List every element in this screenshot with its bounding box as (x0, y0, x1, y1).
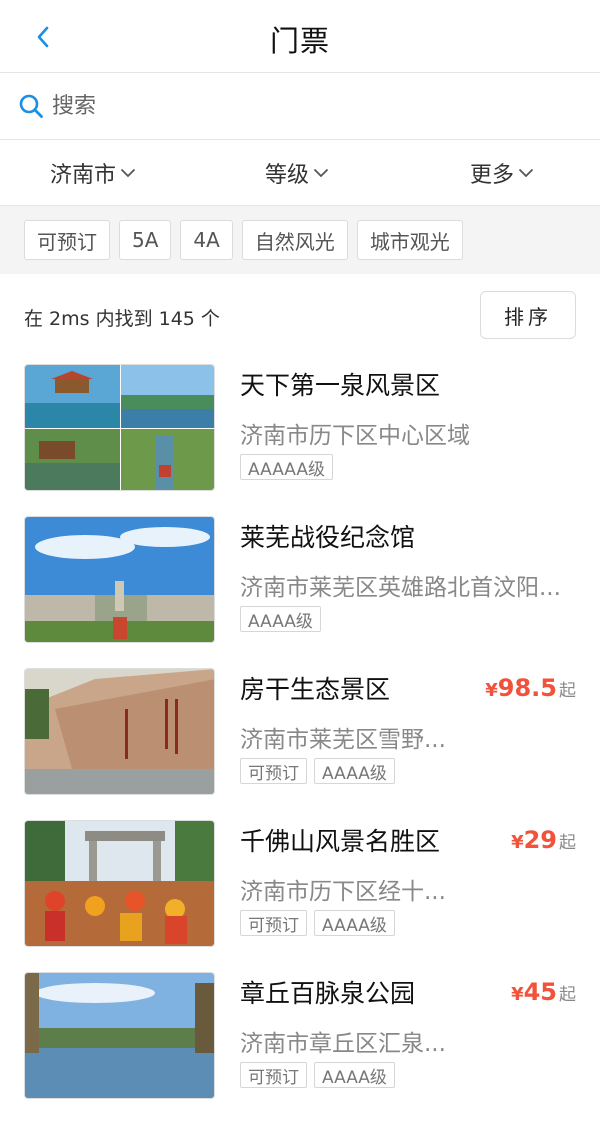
chevron-down-icon (120, 168, 136, 178)
attraction-tags: AAAA级 (240, 606, 321, 632)
filter-city[interactable]: 济南市 (50, 140, 136, 206)
attraction-name: 莱芜战役纪念馆 (240, 523, 416, 552)
tag-chip-city[interactable]: 城市观光 (356, 220, 463, 260)
list-item[interactable]: 章丘百脉泉公园 ¥45 起 济南市章丘区汇泉... 可预订 AAAA级 (0, 972, 600, 1124)
filter-more-label: 更多 (470, 163, 515, 188)
filter-level-label: 等级 (265, 163, 310, 188)
attraction-name: 房干生态景区 (240, 675, 391, 704)
attraction-tags: 可预订 AAAA级 (240, 1062, 395, 1088)
filter-level[interactable]: 等级 (265, 140, 329, 206)
result-count: 在 2ms 内找到 145 个 (24, 308, 220, 330)
attraction-address: 济南市莱芜区英雄路北首汶阳... (240, 575, 561, 601)
app-header: 门票 (0, 0, 600, 73)
result-summary-row: 在 2ms 内找到 145 个 排序 (0, 274, 600, 360)
attraction-name: 天下第一泉风景区 (240, 371, 441, 400)
attraction-photo (24, 820, 215, 947)
attraction-photo (24, 364, 215, 491)
level-badge: AAAA级 (314, 1062, 395, 1088)
attraction-tags: 可预订 AAAA级 (240, 910, 395, 936)
attraction-tags: 可预订 AAAA级 (240, 758, 395, 784)
attraction-photo (24, 516, 215, 643)
attraction-address: 济南市章丘区汇泉... (240, 1031, 446, 1057)
attraction-photo (24, 972, 215, 1099)
attraction-address: 济南市历下区经十... (240, 879, 446, 905)
price-currency: ¥ (485, 680, 498, 701)
bookable-badge: 可预订 (240, 1062, 307, 1088)
bookable-badge: 可预订 (240, 758, 307, 784)
price-amount: 45 (523, 978, 557, 1006)
list-item[interactable]: 房干生态景区 ¥98.5 起 济南市莱芜区雪野... 可预订 AAAA级 (0, 668, 600, 820)
tag-filter-bar: 可预订 5A 4A 自然风光 城市观光 (0, 206, 600, 274)
level-badge: AAAA级 (240, 606, 321, 632)
filter-bar: 济南市 等级 更多 (0, 140, 600, 206)
tag-chip-bookable[interactable]: 可预订 (24, 220, 110, 260)
price-amount: 98.5 (497, 674, 557, 702)
filter-more[interactable]: 更多 (470, 140, 534, 206)
chevron-down-icon (518, 168, 534, 178)
tag-chip-4a[interactable]: 4A (180, 220, 233, 260)
chevron-down-icon (313, 168, 329, 178)
price-suffix: 起 (559, 681, 576, 701)
tag-chip-5a[interactable]: 5A (119, 220, 172, 260)
price-currency: ¥ (511, 832, 524, 853)
attraction-list: 天下第一泉风景区 济南市历下区中心区域 AAAAA级 莱芜战役纪念馆 济南市莱芜… (0, 364, 600, 1124)
attraction-name: 章丘百脉泉公园 (240, 979, 416, 1008)
filter-city-label: 济南市 (50, 163, 117, 188)
sort-button[interactable]: 排序 (480, 291, 576, 339)
page-title: 门票 (269, 24, 330, 58)
level-badge: AAAAA级 (240, 454, 334, 480)
attraction-address: 济南市历下区中心区域 (240, 423, 470, 449)
attraction-address: 济南市莱芜区雪野... (240, 727, 446, 753)
list-item[interactable]: 千佛山风景名胜区 ¥29 起 济南市历下区经十... 可预订 AAAA级 (0, 820, 600, 972)
bookable-badge: 可预订 (240, 910, 307, 936)
search-icon (19, 94, 43, 118)
level-badge: AAAA级 (314, 758, 395, 784)
attraction-price: ¥98.5 起 (485, 674, 576, 702)
price-suffix: 起 (559, 985, 576, 1005)
list-item[interactable]: 莱芜战役纪念馆 济南市莱芜区英雄路北首汶阳... AAAA级 (0, 516, 600, 668)
attraction-photo (24, 668, 215, 795)
search-input[interactable] (52, 93, 552, 119)
price-amount: 29 (523, 826, 557, 854)
list-item[interactable]: 天下第一泉风景区 济南市历下区中心区域 AAAAA级 (0, 364, 600, 516)
tag-chip-nature[interactable]: 自然风光 (241, 220, 348, 260)
price-suffix: 起 (559, 833, 576, 853)
price-currency: ¥ (511, 984, 524, 1005)
attraction-price: ¥45 起 (511, 978, 576, 1006)
level-badge: AAAA级 (314, 910, 395, 936)
search-bar[interactable] (0, 73, 600, 140)
attraction-price: ¥29 起 (511, 826, 576, 854)
attraction-tags: AAAAA级 (240, 454, 334, 480)
attraction-name: 千佛山风景名胜区 (240, 827, 441, 856)
